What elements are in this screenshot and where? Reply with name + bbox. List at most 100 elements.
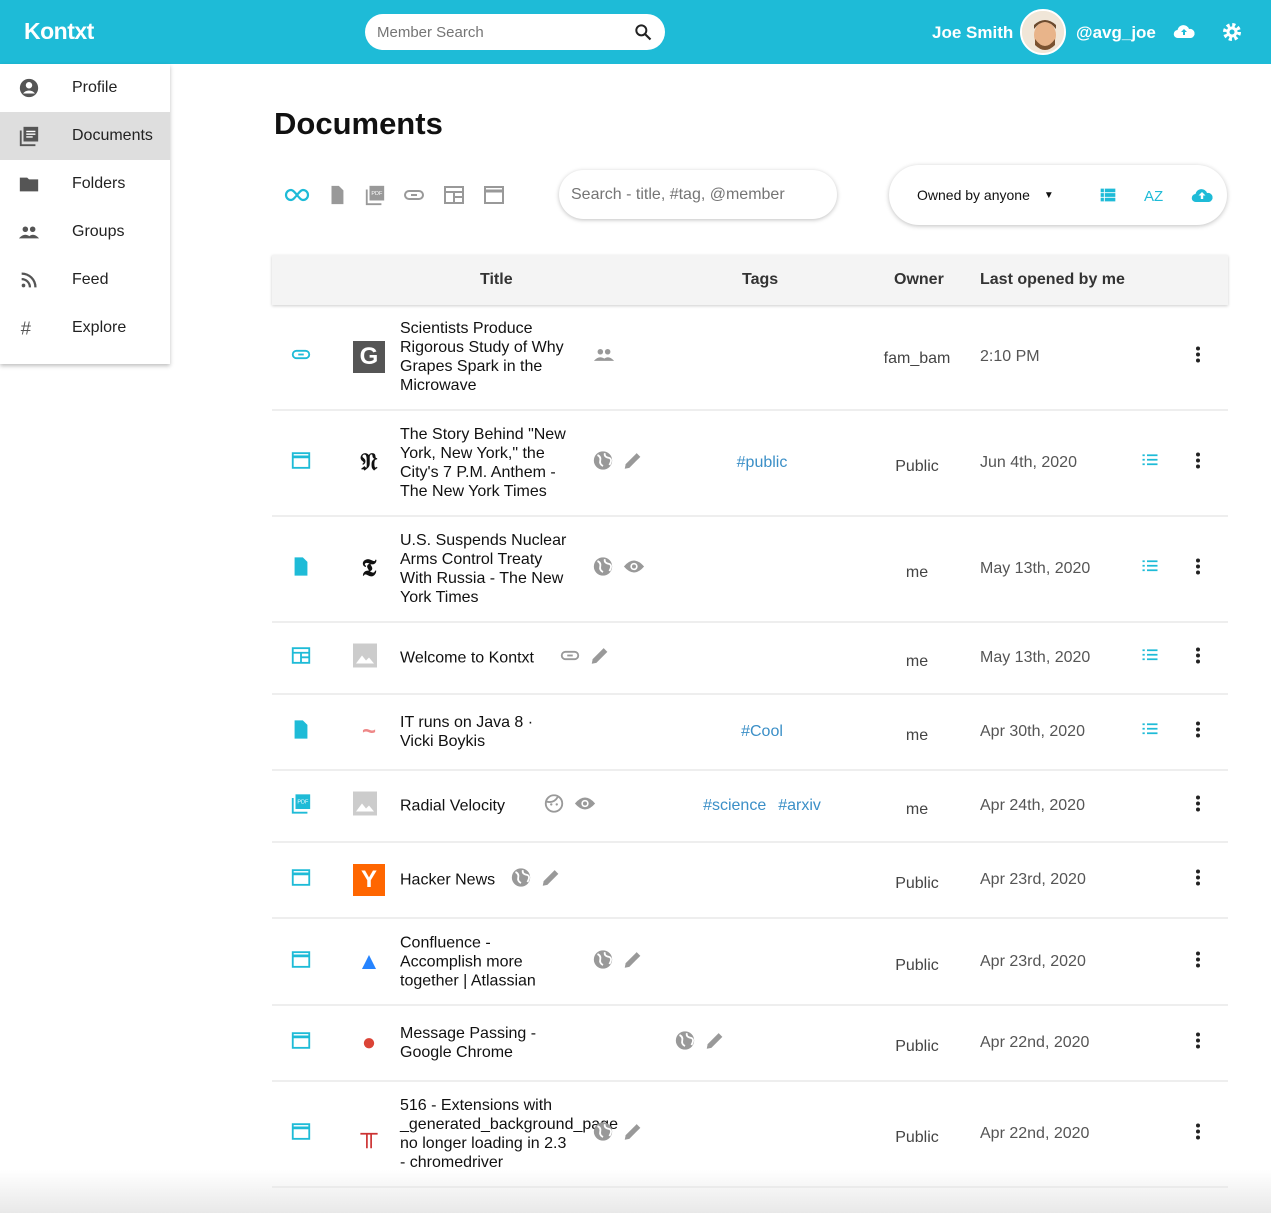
face-icon[interactable] [543, 793, 565, 820]
owner[interactable]: Public [872, 957, 962, 975]
eye-icon[interactable] [622, 556, 646, 583]
sidebar-item-folders[interactable]: Folders [0, 160, 170, 208]
owner[interactable]: me [872, 564, 962, 582]
document-title-link[interactable]: Welcome to Kontxt [400, 649, 570, 668]
member-search-input[interactable] [377, 23, 617, 41]
owner[interactable]: Public [872, 875, 962, 893]
sidebar-item-feed[interactable]: Feed [0, 256, 170, 304]
table-row[interactable]: Y Hacker News Public Apr 23rd, 2020 [272, 843, 1228, 919]
upload-icon[interactable] [1189, 183, 1215, 207]
tag-link[interactable]: #science [703, 797, 766, 815]
sidebar-item-profile[interactable]: Profile [0, 64, 170, 112]
column-tags[interactable]: Tags [742, 271, 778, 289]
tags: #science #arxiv [672, 797, 852, 815]
table-row[interactable]: ● Message Passing - Google Chrome Public A… [272, 1006, 1228, 1082]
globe-icon[interactable] [592, 1121, 614, 1148]
globe-icon[interactable] [592, 948, 614, 975]
link-icon[interactable] [559, 645, 581, 672]
table-row[interactable]: ~ IT runs on Java 8 · Vicki Boykis #Cool m… [272, 695, 1228, 771]
sidebar-item-documents[interactable]: Documents [0, 112, 170, 160]
pencil-icon[interactable] [622, 948, 644, 975]
more-vert-icon[interactable] [1192, 720, 1204, 745]
pencil-icon[interactable] [540, 867, 562, 894]
share-status [592, 948, 644, 975]
more-vert-icon[interactable] [1192, 345, 1204, 370]
column-owner[interactable]: Owner [894, 271, 944, 289]
pencil-icon[interactable] [622, 1121, 644, 1148]
owner-filter-dropdown[interactable]: Owned by anyone ▼ [917, 187, 1097, 203]
pencil-icon[interactable] [704, 1030, 726, 1057]
svg-text:AZ: AZ [1144, 188, 1163, 205]
sidebar-item-explore[interactable]: # Explore [0, 304, 170, 352]
document-list: G Scientists Produce Rigorous Study of W… [272, 305, 1228, 1188]
all-types-icon[interactable] [284, 183, 310, 207]
owner[interactable]: Public [872, 1129, 962, 1147]
more-vert-icon[interactable] [1192, 794, 1204, 819]
pencil-icon[interactable] [622, 450, 644, 477]
user-name[interactable]: Joe Smith [932, 23, 1013, 43]
search-icon[interactable] [633, 22, 653, 42]
document-search[interactable] [559, 170, 837, 219]
document-title-link[interactable]: 516 - Extensions with _generated_backgro… [400, 1096, 618, 1172]
notes-list-icon[interactable] [1140, 721, 1160, 744]
owner[interactable]: fam_bam [872, 350, 962, 368]
more-vert-icon[interactable] [1192, 646, 1204, 671]
more-vert-icon[interactable] [1192, 868, 1204, 893]
webclip-icon[interactable] [442, 183, 466, 207]
globe-icon[interactable] [592, 450, 614, 477]
table-row[interactable]: ▲ Confluence - Accomplish more together … [272, 919, 1228, 1006]
logo[interactable]: Kontxt [24, 18, 94, 45]
globe-icon[interactable] [592, 556, 614, 583]
pdf-icon[interactable]: PDF [364, 183, 386, 207]
owner[interactable]: me [872, 727, 962, 745]
eye-icon[interactable] [573, 793, 597, 820]
notes-list-icon[interactable] [1140, 558, 1160, 581]
type-filter: PDF [284, 183, 506, 207]
sort-az-icon[interactable]: AZ [1143, 183, 1167, 207]
document-title-link[interactable]: Scientists Produce Rigorous Study of Why… [400, 319, 570, 395]
cloud-upload-icon[interactable] [1171, 20, 1197, 44]
document-title-link[interactable]: U.S. Suspends Nuclear Arms Control Treat… [400, 531, 570, 607]
more-vert-icon[interactable] [1192, 949, 1204, 974]
table-row[interactable]: Welcome to Kontxt me May 13th, 2020 [272, 623, 1228, 695]
owner[interactable]: Public [872, 458, 962, 476]
document-title-link[interactable]: Message Passing - Google Chrome [400, 1024, 570, 1062]
tag-link[interactable]: #arxiv [778, 797, 821, 815]
more-vert-icon[interactable] [1192, 1031, 1204, 1056]
owner[interactable]: me [872, 801, 962, 819]
user-handle[interactable]: @avg_joe [1076, 23, 1156, 43]
avatar[interactable] [1020, 9, 1066, 55]
document-title-link[interactable]: Confluence - Accomplish more together | … [400, 933, 570, 990]
globe-icon[interactable] [674, 1030, 696, 1057]
owner[interactable]: Public [872, 1038, 962, 1056]
table-row[interactable]: ╥ 516 - Extensions with _generated_backg… [272, 1082, 1228, 1188]
link-icon[interactable] [402, 183, 426, 207]
document-search-input[interactable] [571, 185, 825, 204]
table-row[interactable]: 𝕿 U.S. Suspends Nuclear Arms Control Tre… [272, 517, 1228, 623]
table-row[interactable]: PDF Radial Velocity #science #arxiv me Apr 2… [272, 771, 1228, 843]
tag-link[interactable]: #public [737, 454, 788, 472]
webpage-icon[interactable] [482, 183, 506, 207]
table-row[interactable]: 𝔑 The Story Behind "New York, New York,"… [272, 411, 1228, 517]
table-row[interactable]: G Scientists Produce Rigorous Study of W… [272, 305, 1228, 411]
notes-list-icon[interactable] [1140, 452, 1160, 475]
notes-list-icon[interactable] [1140, 647, 1160, 670]
pencil-icon[interactable] [589, 645, 611, 672]
member-search[interactable] [365, 14, 665, 50]
share-status [510, 867, 562, 894]
document-title-link[interactable]: IT runs on Java 8 · Vicki Boykis [400, 713, 570, 751]
document-title-link[interactable]: The Story Behind "New York, New York," t… [400, 425, 570, 501]
column-last-opened[interactable]: Last opened by me [980, 271, 1125, 289]
more-vert-icon[interactable] [1192, 451, 1204, 476]
owner[interactable]: me [872, 653, 962, 671]
gear-icon[interactable] [1220, 20, 1244, 44]
globe-icon[interactable] [510, 867, 532, 894]
more-vert-icon[interactable] [1192, 557, 1204, 582]
list-view-icon[interactable] [1097, 184, 1119, 206]
group-icon[interactable] [592, 344, 616, 371]
sidebar-item-groups[interactable]: Groups [0, 208, 170, 256]
column-title[interactable]: Title [480, 271, 513, 289]
more-vert-icon[interactable] [1192, 1122, 1204, 1147]
tag-link[interactable]: #Cool [741, 723, 783, 741]
document-icon[interactable] [326, 183, 348, 207]
